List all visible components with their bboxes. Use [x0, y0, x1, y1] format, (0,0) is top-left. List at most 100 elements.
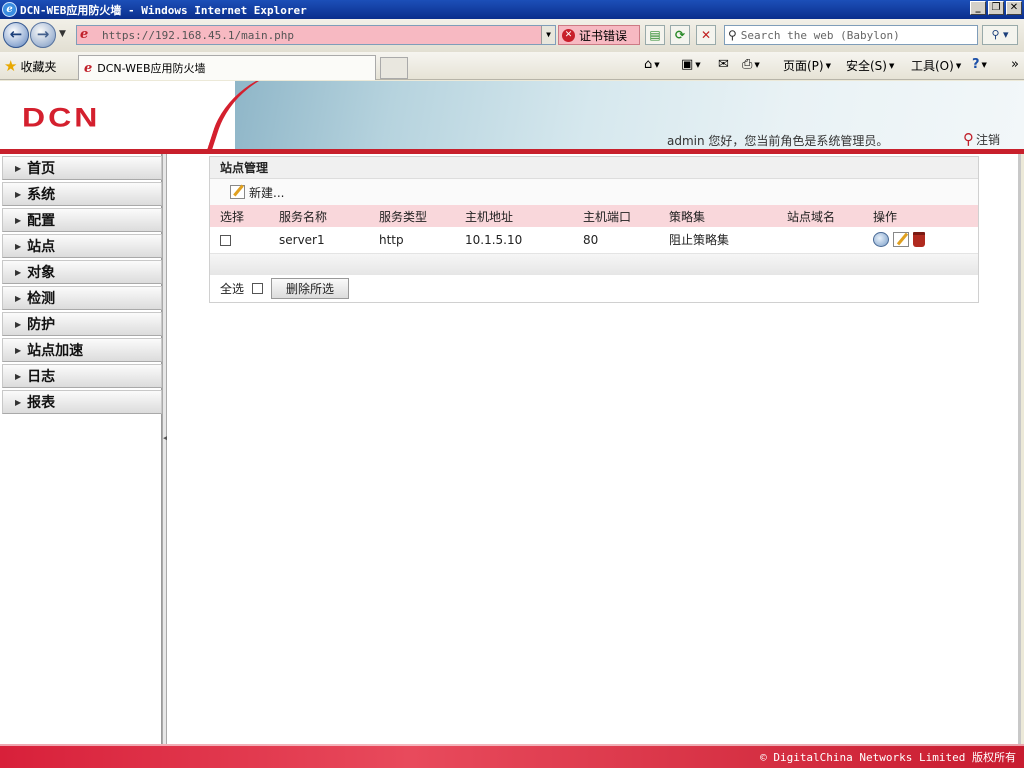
browser-tab[interactable]: e DCN-WEB应用防火墙: [78, 55, 376, 80]
page-icon: e: [80, 27, 89, 42]
stop-button[interactable]: ✕: [696, 25, 716, 45]
triangle-right-icon: ▶: [15, 345, 22, 355]
logout-label: 注销: [976, 132, 1001, 147]
banner-background: [235, 81, 1024, 149]
sidebar-item-acceleration[interactable]: ▶ 站点加速: [2, 338, 162, 362]
triangle-right-icon: ▶: [15, 241, 22, 251]
sidebar-item-report[interactable]: ▶ 报表: [2, 390, 162, 414]
table-row: server1 http 10.1.5.10 80 阻止策略集: [210, 227, 978, 254]
delete-selected-button[interactable]: 删除所选: [271, 278, 350, 299]
sidebar-item-home[interactable]: ▶ 首页: [2, 156, 162, 180]
triangle-right-icon: ▶: [15, 267, 22, 277]
search-icon: ⚲: [728, 28, 737, 42]
triangle-right-icon: ▶: [15, 215, 22, 225]
column-header: 操作: [863, 205, 978, 227]
ie-logo-icon: e: [2, 2, 17, 17]
page-menu[interactable]: 页面(P) ▼: [783, 57, 831, 74]
certificate-error-button[interactable]: ✕ 证书错误: [558, 25, 640, 45]
sidebar-item-protection[interactable]: ▶ 防护: [2, 312, 162, 336]
address-url: https://192.168.45.1/main.php: [102, 28, 295, 42]
printer-icon: ⎙: [742, 57, 753, 72]
new-tab-button[interactable]: [380, 57, 408, 79]
site-management-panel: 站点管理 新建... 选择 服务名称 服务类型 主机地址 主机端口 策略集 站点…: [209, 156, 979, 303]
shield-error-icon: ✕: [562, 28, 575, 42]
view-icon[interactable]: [873, 232, 889, 248]
help-button[interactable]: ? ▼: [972, 57, 987, 72]
column-header: 主机端口: [573, 205, 659, 227]
address-toolbar: ← → ▼ e https://192.168.45.1/main.php ▼ …: [0, 19, 1024, 52]
search-input[interactable]: ⚲ Search the web (Babylon): [724, 25, 978, 45]
column-header: 站点域名: [777, 205, 863, 227]
compatibility-view-button[interactable]: ▤: [645, 25, 665, 45]
delete-icon[interactable]: [913, 232, 925, 248]
table-spacer: [210, 253, 978, 275]
refresh-button[interactable]: ⟳: [670, 25, 690, 45]
close-button[interactable]: ✕: [1006, 1, 1022, 15]
triangle-right-icon: ▶: [15, 189, 22, 199]
minimize-button[interactable]: _: [970, 1, 986, 15]
triangle-right-icon: ▶: [15, 397, 22, 407]
triangle-right-icon: ▶: [15, 371, 22, 381]
sidebar-item-site[interactable]: ▶ 站点: [2, 234, 162, 258]
page-menu-label: 页面(P): [783, 59, 824, 73]
favorites-button[interactable]: ★ 收藏夹: [4, 57, 56, 75]
safety-menu[interactable]: 安全(S) ▼: [846, 57, 894, 74]
column-header: 策略集: [659, 205, 777, 227]
back-button[interactable]: ←: [3, 22, 29, 48]
column-header: 选择: [210, 205, 269, 227]
main-content: 站点管理 新建... 选择 服务名称 服务类型 主机地址 主机端口 策略集 站点…: [167, 154, 1021, 744]
copyright-text: © DigitalChina Networks Limited 版权所有: [760, 751, 1016, 764]
table-header-row: 选择 服务名称 服务类型 主机地址 主机端口 策略集 站点域名 操作: [210, 205, 978, 227]
search-go-button[interactable]: ⚲ ▾: [982, 25, 1018, 45]
new-site-label: 新建...: [249, 185, 285, 200]
restore-button[interactable]: ❐: [988, 1, 1004, 15]
service-type-cell: http: [369, 227, 455, 254]
host-port-cell: 80: [573, 227, 659, 254]
sidebar-item-label: 检测: [27, 291, 56, 307]
more-commands-button[interactable]: »: [1011, 57, 1019, 72]
key-icon: ⚲: [963, 130, 974, 148]
select-all-checkbox[interactable]: [252, 283, 264, 294]
row-checkbox[interactable]: [220, 234, 231, 246]
tools-menu-label: 工具(O): [911, 59, 954, 73]
welcome-message: admin 您好，您当前角色是系统管理员。: [667, 134, 889, 148]
sidebar-item-system[interactable]: ▶ 系统: [2, 182, 162, 206]
recent-pages-dropdown[interactable]: ▼: [59, 29, 66, 39]
certificate-error-label: 证书错误: [579, 28, 628, 43]
feeds-button[interactable]: ▣ ▼: [681, 57, 701, 72]
sidebar-menu: ▶ 首页 ▶ 系统 ▶ 配置 ▶ 站点 ▶ 对象 ▶ 检测 ▶ 防护 ▶ 站点加速 ▶ 日志 ▶ 报…: [0, 154, 162, 744]
policy-set-cell: 阻止策略集: [659, 227, 777, 254]
favorites-label: 收藏夹: [20, 59, 57, 74]
star-icon: ★: [4, 57, 18, 75]
bulk-actions: 全选 删除所选: [210, 275, 978, 303]
address-dropdown-icon[interactable]: ▼: [541, 26, 555, 44]
sidebar-item-label: 站点加速: [27, 343, 84, 359]
sidebar-item-label: 配置: [27, 213, 56, 229]
service-name-cell: server1: [269, 227, 369, 254]
forward-button[interactable]: →: [30, 22, 56, 48]
sidebar-item-detection[interactable]: ▶ 检测: [2, 286, 162, 310]
sidebar-item-log[interactable]: ▶ 日志: [2, 364, 162, 388]
edit-icon[interactable]: [893, 232, 909, 248]
actions-cell: [863, 227, 978, 254]
app-banner: DCN admin 您好，您当前角色是系统管理员。 ⚲ 注销: [0, 81, 1024, 149]
sidebar-item-label: 站点: [27, 239, 56, 255]
tab-page-icon: e: [84, 60, 93, 76]
triangle-right-icon: ▶: [15, 293, 22, 303]
host-address-cell: 10.1.5.10: [455, 227, 573, 254]
footer-bar: © DigitalChina Networks Limited 版权所有: [0, 744, 1024, 768]
sidebar-item-label: 首页: [27, 161, 56, 177]
address-bar[interactable]: e https://192.168.45.1/main.php ▼: [76, 25, 556, 45]
sidebar-item-object[interactable]: ▶ 对象: [2, 260, 162, 284]
home-button[interactable]: ⌂ ▼: [644, 57, 660, 72]
mail-button[interactable]: ✉: [718, 57, 729, 72]
sidebar-item-label: 对象: [27, 265, 56, 281]
help-icon: ?: [972, 57, 980, 72]
tools-menu[interactable]: 工具(O) ▼: [911, 57, 961, 74]
logout-link[interactable]: ⚲ 注销: [963, 130, 1000, 148]
new-site-button[interactable]: 新建...: [210, 179, 978, 205]
sidebar-item-config[interactable]: ▶ 配置: [2, 208, 162, 232]
window-title: DCN-WEB应用防火墙 - Windows Internet Explorer: [20, 3, 307, 17]
print-button[interactable]: ⎙ ▼: [742, 57, 760, 72]
new-edit-icon: [230, 185, 245, 199]
